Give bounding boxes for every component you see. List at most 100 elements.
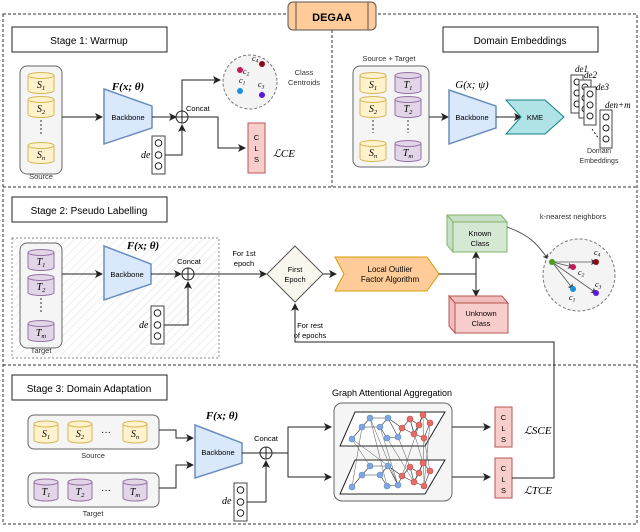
graph-node-source <box>384 414 392 422</box>
degaa-diagram: DEGAA Stage 1: Warmup S1 S2 Sn Source Back… <box>0 0 640 527</box>
stage3-arrow-to-graph-source <box>287 423 332 453</box>
stage1-centroid-c3 <box>259 92 265 98</box>
embeddings-backbone-label: Backbone <box>455 113 488 122</box>
first-epoch-note-line1: For 1st <box>232 249 256 258</box>
stage3-source-cylinder-1: S1 <box>33 420 59 444</box>
graph-node-target <box>420 434 428 442</box>
stage3-concat-icon <box>259 446 273 460</box>
stage1-arrow-de-concat <box>165 124 186 156</box>
stage1-source-label: Source <box>29 172 53 181</box>
graph-node-source <box>383 482 391 490</box>
stage3-backbone-func: F(x; θ) <box>205 410 238 422</box>
lof-label-line2: Factor Algorithm <box>361 275 420 284</box>
stage3-cls-target-letter-s: S <box>501 486 506 495</box>
embedding-ellipsis <box>591 128 600 140</box>
stage1-cls-letter-c: C <box>254 133 260 142</box>
graph-node-target <box>406 463 414 471</box>
stage3-target-cylinder-1: T1 <box>33 478 59 502</box>
first-epoch-decision <box>266 245 324 303</box>
stage3-source-ellipsis: ··· <box>101 427 111 438</box>
knn-centroid-c2 <box>570 264 576 270</box>
stage3-target-label: Target <box>83 509 105 518</box>
rest-epochs-note-line1: For rest <box>297 321 324 330</box>
graph-node-source <box>358 423 366 431</box>
stage1-source-cylinder-1: S1 <box>27 72 55 94</box>
graph-node-target <box>410 430 418 438</box>
stage2-target-cylinder-1: T1 <box>27 249 55 271</box>
stage2-title: Stage 2: Pseudo Labelling <box>31 206 148 217</box>
embedding-vector-n <box>599 109 613 149</box>
stage3-title: Stage 3: Domain Adaptation <box>27 384 152 395</box>
first-epoch-note-line2: epoch <box>234 259 254 268</box>
graph-node-source <box>383 434 391 442</box>
stage3-cls-source-letter-s: S <box>501 435 506 444</box>
kme-label: KME <box>527 113 543 122</box>
stage2-domain-vector-label: de <box>139 320 149 331</box>
stage2-target-cylinder-m: Tm <box>27 320 55 342</box>
stage2-domain-vector-icon <box>150 305 165 345</box>
stage3-loss-source: ℒSCE <box>524 425 552 437</box>
stage3-domain-vector-icon <box>233 482 248 522</box>
stage1-centroids-label-line1: Class <box>295 68 314 77</box>
stage1-backbone-label: Backbone <box>111 113 144 122</box>
knn-centroid-c4 <box>593 259 599 265</box>
graph-node-target <box>415 421 423 429</box>
stage3-arrow-source-backbone <box>159 429 194 442</box>
stage1-source-cylinder-n: Sn <box>27 142 55 164</box>
stage1-centroid-c1 <box>237 88 243 94</box>
embeddings-caption-line1: Domain <box>587 148 611 155</box>
stage3-cls-target-letter-l: L <box>501 475 505 484</box>
graph-node-target <box>426 467 434 475</box>
stage2-backbone-label: Backbone <box>110 270 143 279</box>
embeddings-target-cylinder-1: T1 <box>394 72 422 94</box>
graph-node-source <box>376 423 384 431</box>
stage2-backbone-func: F(x; θ) <box>126 240 159 252</box>
stage1-title: Stage 1: Warmup <box>50 36 128 47</box>
stage3-arrow-to-graph-target <box>287 453 332 481</box>
stage1-centroids-label-line2: Centroids <box>288 78 320 87</box>
stage1-domain-vector-label: de <box>141 150 151 161</box>
stage1-backbone-func: F(x; θ) <box>111 81 144 93</box>
stage2-target-cylinder-2: T2 <box>27 274 55 296</box>
unknown-class-label-line2: Class <box>472 319 491 328</box>
stage3-target-cylinder-2: T2 <box>67 478 93 502</box>
graph-node-target <box>420 482 428 490</box>
graph-node-source <box>348 435 356 443</box>
domain-embeddings-section: Domain Embeddings Source + Target S1S2 Sn… <box>352 26 631 168</box>
embeddings-source-cylinder-1: S1 <box>359 72 387 94</box>
stage1-concat-label: Concat <box>186 104 211 113</box>
diagram-canvas: DEGAA Stage 1: Warmup S1S2Sn Source Back… <box>2 1 638 525</box>
stage3-source-label: Source <box>81 451 105 460</box>
unknown-class-label-line1: Unknown <box>465 309 496 318</box>
embedding-vector-3 <box>583 86 597 126</box>
stage1-section: Stage 1: Warmup S1S2 Sn Source Backbone F… <box>11 26 320 181</box>
stage3-concat-label: Concat <box>254 434 279 443</box>
stage2-target-label: Target <box>31 346 53 355</box>
stage3-backbone-label: Backbone <box>201 448 234 457</box>
lof-label-line1: Local Outlier <box>368 265 413 274</box>
knn-query-point <box>549 259 555 265</box>
stage1-source-cylinder-2: S2 <box>27 96 55 118</box>
known-class-label-line1: Known <box>469 229 492 238</box>
stage3-cls-target-letter-c: C <box>501 464 507 473</box>
stage3-section: Stage 3: Domain Adaptation S1 S2 Sn Source… <box>11 342 555 522</box>
stage1-loss-label: ℒCE <box>273 148 295 160</box>
embeddings-target-cylinder-2: T2 <box>394 96 422 118</box>
embeddings-target-cylinder-m: Tm <box>394 140 422 162</box>
stage2-concat-label: Concat <box>177 257 202 266</box>
lof-block <box>334 256 440 292</box>
graph-node-target <box>415 469 423 477</box>
stage3-arrow-target-backbone <box>159 461 194 489</box>
stage3-loss-target: ℒTCE <box>524 485 552 497</box>
embeddings-group-label: Source + Target <box>362 54 416 63</box>
stage1-centroid-label-c4: c4 <box>252 54 259 65</box>
stage3-cls-source-letter-c: C <box>501 413 507 422</box>
stage3-feedback-line <box>512 342 555 479</box>
stage3-source-cylinder-n: Sn <box>122 420 148 444</box>
graph-node-target <box>406 415 414 423</box>
embeddings-source-cylinder-n: Sn <box>359 140 387 162</box>
graph-node-source <box>376 471 384 479</box>
stage1-arrow-to-cls <box>188 116 246 152</box>
graph-node-target <box>426 419 434 427</box>
graph-node-target <box>419 459 427 467</box>
